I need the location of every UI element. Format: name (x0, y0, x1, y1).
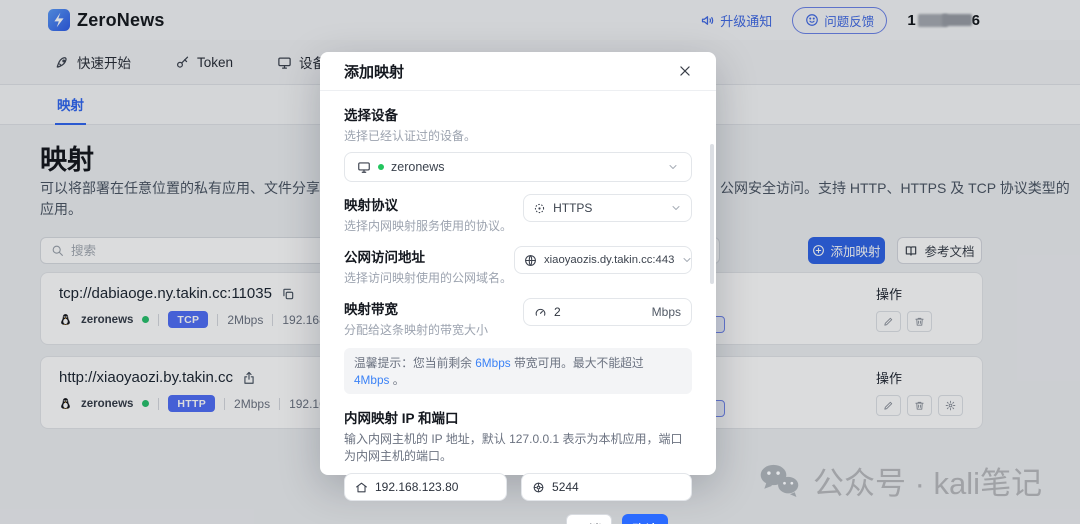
modal-body: 选择设备 选择已经认证过的设备。 zeronews 映射协议 选择内网映射服务使… (320, 91, 716, 524)
device-select-value: zeronews (391, 160, 445, 174)
protocol-select[interactable]: HTTPS (523, 194, 692, 222)
device-label: 选择设备 (344, 104, 692, 124)
monitor-icon (357, 160, 371, 174)
protocol-label: 映射协议 (344, 194, 523, 214)
wechat-icon (757, 462, 801, 499)
bandwidth-hint: 温馨提示：您当前剩余 6Mbps 带宽可用。最大不能超过 4Mbps 。 (344, 348, 692, 394)
chevron-down-icon (670, 202, 682, 214)
add-mapping-modal: 添加映射 选择设备 选择已经认证过的设备。 zeronews 映射协议 选择 (320, 52, 716, 475)
hint-text: 温馨提示：您当前剩余 (354, 356, 475, 370)
bandwidth-input-value: 2 (554, 305, 561, 319)
hint-text: 带宽可用。最大不能超过 (511, 356, 644, 370)
intranet-label: 内网映射 IP 和端口 (344, 407, 692, 427)
intranet-port-input[interactable]: 5244 (521, 473, 692, 501)
modal-scrollbar[interactable] (710, 144, 714, 284)
gauge-icon (534, 306, 547, 319)
home-icon (355, 481, 368, 494)
modal-footer: 取消 确认 (344, 501, 692, 524)
bandwidth-help: 分配给这条映射的带宽大小 (344, 321, 523, 338)
hint-max-value: 4Mbps (354, 373, 389, 387)
bandwidth-unit: Mbps (652, 305, 681, 319)
app-root: ZeroNews 升级通知 问题反馈 1 6 快速开始 (0, 0, 1080, 524)
intranet-ip-value: 192.168.123.80 (375, 480, 458, 494)
chevron-down-icon (667, 161, 679, 173)
globe-icon (524, 254, 537, 267)
cancel-button[interactable]: 取消 (566, 514, 612, 524)
device-help: 选择已经认证过的设备。 (344, 127, 692, 144)
domain-help: 选择访问映射使用的公网域名。 (344, 269, 514, 286)
port-wheel-icon (532, 481, 545, 494)
intranet-port-value: 5244 (552, 480, 579, 494)
online-status-dot (378, 164, 384, 170)
device-field: 选择设备 选择已经认证过的设备。 zeronews (344, 104, 692, 182)
hint-text: 。 (389, 373, 404, 387)
bandwidth-input[interactable]: 2 Mbps (523, 298, 692, 326)
bandwidth-field: 映射带宽 分配给这条映射的带宽大小 2 Mbps (344, 298, 692, 338)
intranet-field: 内网映射 IP 和端口 输入内网主机的 IP 地址，默认 127.0.0.1 表… (344, 407, 692, 501)
confirm-button[interactable]: 确认 (622, 514, 668, 524)
protocol-icon (533, 202, 546, 215)
close-button[interactable] (678, 64, 692, 78)
domain-select-value: xiaoyaozis.dy.takin.cc:443 (544, 254, 674, 266)
device-select[interactable]: zeronews (344, 152, 692, 182)
modal-header: 添加映射 (320, 52, 716, 91)
modal-title: 添加映射 (344, 61, 404, 82)
domain-label: 公网访问地址 (344, 246, 514, 266)
watermark: 公众号 · kali笔记 (757, 458, 1042, 503)
hint-remaining-value: 6Mbps (475, 356, 510, 370)
close-icon (678, 64, 692, 78)
protocol-help: 选择内网映射服务使用的协议。 (344, 217, 523, 234)
bandwidth-label: 映射带宽 (344, 298, 523, 318)
watermark-text: 公众号 · kali笔记 (813, 458, 1042, 503)
protocol-field: 映射协议 选择内网映射服务使用的协议。 HTTPS (344, 194, 692, 234)
intranet-ip-input[interactable]: 192.168.123.80 (344, 473, 507, 501)
intranet-help: 输入内网主机的 IP 地址，默认 127.0.0.1 表示为本机应用，端口为内网… (344, 430, 692, 464)
domain-select[interactable]: xiaoyaozis.dy.takin.cc:443 (514, 246, 692, 274)
protocol-select-value: HTTPS (553, 201, 592, 215)
domain-field: 公网访问地址 选择访问映射使用的公网域名。 xiaoyaozis.dy.taki… (344, 246, 692, 286)
chevron-down-icon (681, 254, 693, 266)
